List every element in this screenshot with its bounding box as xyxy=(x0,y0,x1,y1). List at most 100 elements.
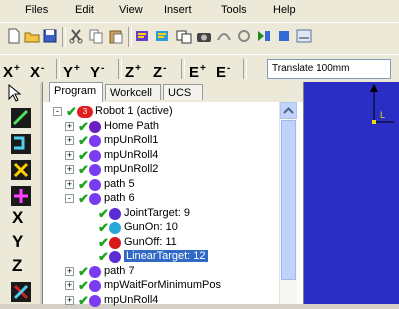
node-icon xyxy=(89,265,101,278)
menu-bar: Files Edit View Insert Tools Help xyxy=(0,0,399,22)
tree-item-label: path 5 xyxy=(104,177,135,190)
new-file-icon[interactable] xyxy=(6,28,22,44)
toolbar-separator xyxy=(118,59,122,79)
y-plus-button[interactable]: Y+ xyxy=(63,59,80,81)
tab-workcell[interactable]: Workcell xyxy=(105,84,161,100)
camera-icon[interactable] xyxy=(196,28,212,44)
node-icon xyxy=(89,294,101,307)
toolbar-separator xyxy=(62,27,66,47)
paste-icon[interactable] xyxy=(108,28,124,44)
tree-item-label: mpUnRoll1 xyxy=(104,134,159,146)
expand-icon[interactable]: + xyxy=(65,266,74,276)
z-minus-button[interactable]: Z- xyxy=(153,59,167,81)
tree-item-label: path 7 xyxy=(104,264,135,277)
tab-ucs[interactable]: UCS xyxy=(163,84,203,100)
jog-toolbar: X+ X- Y+ Y- Z+ Z- E+ E- Translate 100mm xyxy=(0,54,399,83)
svg-text:L: L xyxy=(380,110,385,120)
program-tree-pane: Program Workcell UCS - ✔ 3 Robot 1 (active)… xyxy=(42,82,303,308)
tree-item-label: mpUnRoll2 xyxy=(104,163,159,175)
expand-icon[interactable]: + xyxy=(65,121,74,131)
toolbar-separator xyxy=(243,59,247,79)
insert-robot-icon[interactable] xyxy=(134,28,150,44)
scroll-thumb[interactable] xyxy=(281,120,296,280)
node-icon xyxy=(109,236,121,249)
checkmark-icon: ✔ xyxy=(78,292,89,308)
standard-toolbar xyxy=(0,22,399,54)
run-icon[interactable] xyxy=(256,28,272,44)
tree-item-label: LinearTarget: 12 xyxy=(124,250,208,262)
jog-world-icon[interactable] xyxy=(11,186,31,206)
expand-icon[interactable]: + xyxy=(65,136,74,145)
arc-icon[interactable] xyxy=(216,28,232,44)
post-process-icon[interactable] xyxy=(296,28,312,44)
node-icon: 3 xyxy=(77,106,93,118)
x-plus-button[interactable]: X+ xyxy=(3,59,20,81)
tree-row[interactable]: + ✔ mpUnRoll4 xyxy=(43,293,275,309)
tree-item-label: GunOff: 11 xyxy=(124,235,177,248)
tree-item-label: GunOn: 10 xyxy=(124,221,178,233)
jog-x-label[interactable]: X xyxy=(12,208,23,228)
node-icon xyxy=(89,193,101,205)
jog-tool-icon[interactable] xyxy=(11,160,31,180)
3d-viewport[interactable]: L xyxy=(303,82,399,304)
jog-rotate-icon[interactable] xyxy=(11,282,31,302)
copy-icon[interactable] xyxy=(88,28,104,44)
cut-icon[interactable] xyxy=(68,28,84,44)
expand-icon[interactable]: + xyxy=(65,179,74,189)
collapse-icon[interactable]: - xyxy=(53,107,62,116)
insert-target-icon[interactable] xyxy=(154,28,170,44)
node-icon xyxy=(89,149,101,162)
jog-panel: X Y Z xyxy=(0,82,40,304)
expand-icon[interactable]: + xyxy=(65,165,74,174)
translate-step-select[interactable]: Translate 100mm xyxy=(267,59,391,79)
expand-icon[interactable]: + xyxy=(65,295,74,305)
tab-program[interactable]: Program xyxy=(49,82,103,102)
menu-files[interactable]: Files xyxy=(25,4,48,16)
node-icon xyxy=(89,178,101,191)
menu-edit[interactable]: Edit xyxy=(75,4,94,16)
node-icon xyxy=(89,135,101,147)
node-icon xyxy=(89,120,101,133)
e-plus-button[interactable]: E+ xyxy=(189,59,206,81)
tree-item-label: path 6 xyxy=(104,192,135,204)
chevron-up-icon xyxy=(283,107,294,114)
node-icon xyxy=(109,207,121,220)
tree-item-label: mpWaitForMinimumPos xyxy=(104,279,221,291)
tree-scrollbar[interactable] xyxy=(279,102,297,304)
pause-icon[interactable] xyxy=(276,28,292,44)
collapse-icon[interactable]: - xyxy=(65,194,74,203)
z-plus-button[interactable]: Z+ xyxy=(125,59,141,81)
menu-insert[interactable]: Insert xyxy=(164,4,192,16)
node-icon xyxy=(109,251,121,263)
copy-table-icon[interactable] xyxy=(176,28,192,44)
x-minus-button[interactable]: X- xyxy=(30,59,44,81)
node-icon xyxy=(89,280,101,292)
expand-icon[interactable]: + xyxy=(65,150,74,160)
toolbar-separator xyxy=(181,59,185,79)
node-icon xyxy=(89,164,101,176)
toolbar-separator xyxy=(128,27,132,47)
e-minus-button[interactable]: E- xyxy=(216,59,230,81)
mouse-cursor-icon xyxy=(8,84,22,102)
scroll-up-button[interactable] xyxy=(280,102,297,119)
menu-view[interactable]: View xyxy=(119,4,143,16)
tree-item-label: JointTarget: 9 xyxy=(124,206,191,219)
jog-z-label[interactable]: Z xyxy=(12,256,22,276)
open-folder-icon[interactable] xyxy=(24,28,40,44)
tab-bar: Program Workcell UCS xyxy=(43,82,303,102)
y-minus-button[interactable]: Y- xyxy=(90,59,104,81)
jog-cartesian-icon[interactable] xyxy=(11,134,31,154)
circle-icon[interactable] xyxy=(236,28,252,44)
node-icon xyxy=(109,222,121,234)
axis-gizmo-icon: L xyxy=(370,84,394,124)
save-icon[interactable] xyxy=(42,28,58,44)
menu-tools[interactable]: Tools xyxy=(221,4,247,16)
tree-item-label: Home Path xyxy=(104,119,160,132)
jog-joint-icon[interactable] xyxy=(11,108,31,128)
jog-y-label[interactable]: Y xyxy=(12,232,23,252)
tree-item-label: Robot 1 (active) xyxy=(95,105,173,117)
toolbar-separator xyxy=(56,59,60,79)
tree-item-label: mpUnRoll4 xyxy=(104,148,159,161)
menu-help[interactable]: Help xyxy=(273,4,296,16)
expand-icon[interactable]: + xyxy=(65,281,74,290)
